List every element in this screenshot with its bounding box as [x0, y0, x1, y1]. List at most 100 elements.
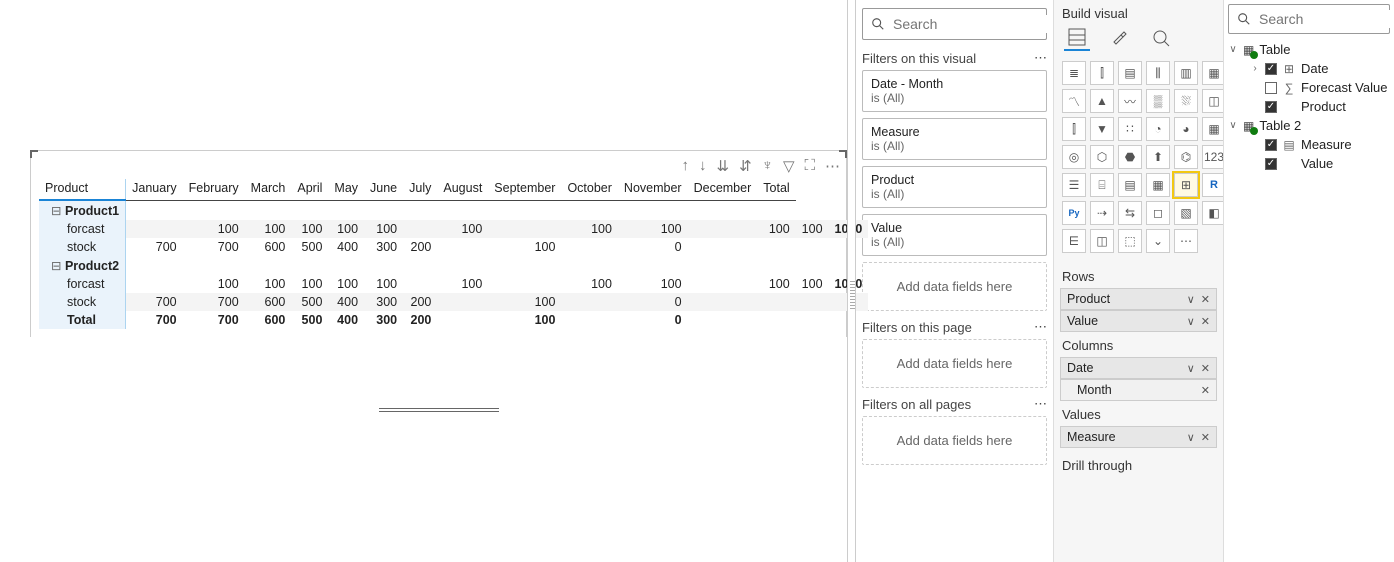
matrix-column-header[interactable]: July: [403, 179, 437, 200]
visual-type-option[interactable]: ◎: [1062, 145, 1086, 169]
visual-type-option[interactable]: 123: [1202, 145, 1224, 169]
visual-type-option[interactable]: ◕: [1174, 117, 1198, 141]
field-checkbox[interactable]: [1265, 139, 1277, 151]
fields-field[interactable]: Product: [1226, 97, 1392, 116]
visual-type-option[interactable]: ⋿: [1062, 229, 1086, 253]
visual-type-option[interactable]: ⫿: [1090, 61, 1114, 85]
chevron-right-icon[interactable]: ›: [1250, 63, 1260, 74]
filters-search-input[interactable]: [891, 15, 1054, 33]
visual-type-option[interactable]: ▒: [1146, 89, 1170, 113]
field-well-chip[interactable]: Measure∨✕: [1060, 426, 1217, 448]
visual-type-option[interactable]: ▦: [1146, 173, 1170, 197]
field-well-chip[interactable]: Month✕: [1060, 379, 1217, 401]
matrix-column-header[interactable]: November: [618, 179, 688, 200]
matrix-column-header[interactable]: October: [561, 179, 617, 200]
visual-type-option[interactable]: 〰: [1118, 89, 1142, 113]
matrix-row-header[interactable]: forcast: [39, 220, 126, 238]
remove-icon[interactable]: ✕: [1201, 362, 1210, 375]
visual-type-option[interactable]: ⌄: [1146, 229, 1170, 253]
more-icon[interactable]: ⋯: [1034, 396, 1047, 412]
matrix-column-header[interactable]: April: [291, 179, 328, 200]
matrix-column-header[interactable]: June: [364, 179, 403, 200]
visual-type-option[interactable]: ▧: [1174, 201, 1198, 225]
matrix-column-header[interactable]: March: [245, 179, 292, 200]
remove-icon[interactable]: ✕: [1201, 315, 1210, 328]
visual-type-option[interactable]: ⌸: [1090, 173, 1114, 197]
matrix-group-header[interactable]: Product1: [39, 200, 126, 220]
visual-type-option[interactable]: ∷: [1118, 117, 1142, 141]
matrix-column-header[interactable]: February: [183, 179, 245, 200]
field-checkbox[interactable]: [1265, 101, 1277, 113]
field-well-chip[interactable]: Date∨✕: [1060, 357, 1217, 379]
more-icon[interactable]: ⋯: [1034, 50, 1047, 66]
remove-icon[interactable]: ✕: [1201, 293, 1210, 306]
fields-search-input[interactable]: [1257, 10, 1394, 28]
drill-down-icon[interactable]: ↓: [699, 157, 707, 175]
filter-card[interactable]: Valueis (All): [862, 214, 1047, 256]
field-well-chip[interactable]: Product∨✕: [1060, 288, 1217, 310]
visual-type-option[interactable]: Py: [1062, 201, 1086, 225]
expand-down-icon[interactable]: ⇊: [717, 157, 730, 175]
more-options-icon[interactable]: ⋯: [825, 157, 840, 175]
visual-type-option[interactable]: ◧: [1202, 201, 1224, 225]
fields-table[interactable]: ∨▦Table 2: [1226, 116, 1392, 135]
fields-search[interactable]: [1228, 4, 1390, 34]
chevron-down-icon[interactable]: ∨: [1228, 44, 1238, 55]
matrix-column-header[interactable]: Product: [39, 179, 126, 200]
focus-mode-icon[interactable]: ⛶: [804, 157, 815, 175]
visual-type-option[interactable]: ▲: [1090, 89, 1114, 113]
visual-type-option[interactable]: ◫: [1090, 229, 1114, 253]
visual-type-option[interactable]: ▥: [1174, 61, 1198, 85]
visual-type-option[interactable]: ⬡: [1090, 145, 1114, 169]
field-well-chip[interactable]: Value∨✕: [1060, 310, 1217, 332]
visual-type-option[interactable]: ▤: [1118, 61, 1142, 85]
fields-field[interactable]: ›⊞Date: [1226, 59, 1392, 78]
remove-icon[interactable]: ✕: [1201, 431, 1210, 444]
visual-type-option[interactable]: ⬆: [1146, 145, 1170, 169]
chevron-down-icon[interactable]: ∨: [1187, 431, 1195, 444]
visual-type-option[interactable]: ▼: [1090, 117, 1114, 141]
visual-type-option[interactable]: ▤: [1118, 173, 1142, 197]
matrix-table[interactable]: ProductJanuaryFebruaryMarchAprilMayJuneJ…: [39, 179, 869, 329]
matrix-column-header[interactable]: September: [488, 179, 561, 200]
visual-type-option[interactable]: ⛆: [1174, 89, 1198, 113]
fields-table[interactable]: ∨▦Table: [1226, 40, 1392, 59]
matrix-visual[interactable]: ↑ ↓ ⇊ ⇵ ♆ ▽ ⛶ ⋯ ProductJanuaryFebruaryMa…: [30, 150, 847, 337]
build-tab-format[interactable]: [1106, 25, 1132, 51]
more-icon[interactable]: ⋯: [1034, 319, 1047, 335]
chevron-down-icon[interactable]: ∨: [1187, 293, 1195, 306]
expand-all-icon[interactable]: ⇵: [739, 157, 752, 175]
filter-card[interactable]: Date - Monthis (All): [862, 70, 1047, 112]
matrix-row-header[interactable]: stock: [39, 293, 126, 311]
filter-card[interactable]: Productis (All): [862, 166, 1047, 208]
visual-type-option[interactable]: ◻: [1146, 201, 1170, 225]
chevron-down-icon[interactable]: ∨: [1187, 362, 1195, 375]
visual-type-option[interactable]: ⌬: [1174, 145, 1198, 169]
visual-type-option[interactable]: ⬣: [1118, 145, 1142, 169]
report-canvas[interactable]: ↑ ↓ ⇊ ⇵ ♆ ▽ ⛶ ⋯ ProductJanuaryFebruaryMa…: [0, 0, 847, 562]
visual-type-option[interactable]: ⇢: [1090, 201, 1114, 225]
fields-field[interactable]: Value: [1226, 154, 1392, 173]
remove-icon[interactable]: ✕: [1201, 384, 1210, 397]
filter-icon[interactable]: ▽: [783, 157, 795, 175]
matrix-row-header[interactable]: forcast: [39, 275, 126, 293]
drill-up-icon[interactable]: ↑: [682, 157, 690, 175]
visual-type-option[interactable]: ⇆: [1118, 201, 1142, 225]
filters-page-drop[interactable]: Add data fields here: [862, 339, 1047, 388]
visual-type-option[interactable]: ≣: [1062, 61, 1086, 85]
fields-field[interactable]: ▤Measure: [1226, 135, 1392, 154]
matrix-column-header[interactable]: May: [328, 179, 364, 200]
visual-type-option[interactable]: 〽: [1062, 89, 1086, 113]
field-checkbox[interactable]: [1265, 158, 1277, 170]
matrix-column-header[interactable]: Total: [757, 179, 795, 200]
build-tab-analytics[interactable]: [1148, 25, 1174, 51]
matrix-column-header[interactable]: December: [688, 179, 758, 200]
filter-card[interactable]: Measureis (All): [862, 118, 1047, 160]
pane-splitter[interactable]: [847, 0, 856, 562]
matrix-column-header[interactable]: August: [437, 179, 488, 200]
visual-type-option[interactable]: ⋯: [1174, 229, 1198, 253]
visual-type-option[interactable]: ⬚: [1118, 229, 1142, 253]
visual-type-option[interactable]: ◫: [1202, 89, 1224, 113]
chevron-down-icon[interactable]: ∨: [1187, 315, 1195, 328]
visual-type-option[interactable]: R: [1202, 173, 1224, 197]
